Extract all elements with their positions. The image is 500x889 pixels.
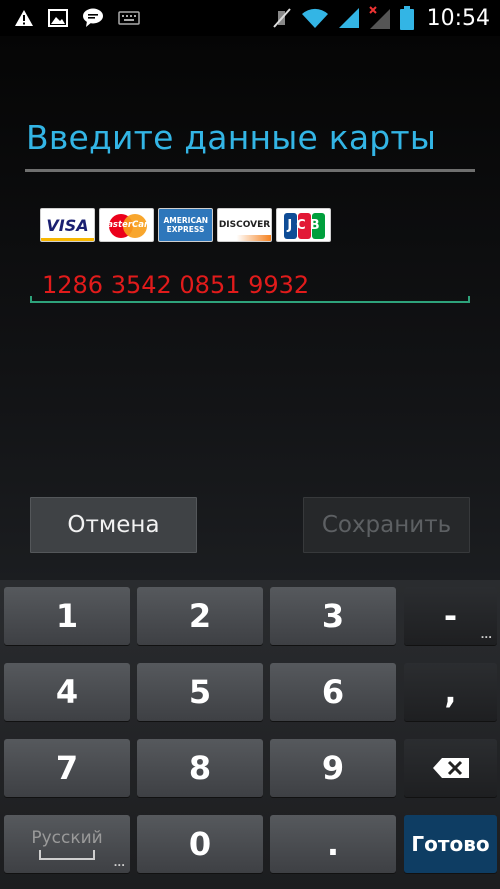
signal-icon <box>338 7 360 29</box>
key-4[interactable]: 4 <box>4 663 130 721</box>
language-label: Русский <box>31 828 103 848</box>
keyboard-icon <box>118 11 140 25</box>
key-1[interactable]: 1 <box>4 587 130 645</box>
key-0[interactable]: 0 <box>137 815 263 873</box>
key-6[interactable]: 6 <box>270 663 396 721</box>
image-icon <box>48 9 68 27</box>
clock: 10:54 <box>426 5 490 31</box>
dialog-title: Введите данные карты <box>26 118 437 157</box>
cancel-button[interactable]: Отмена <box>30 497 197 553</box>
amex-logo: AMERICAN EXPRESS <box>158 208 213 242</box>
jcb-logo: JCB <box>276 208 331 242</box>
backspace-key[interactable] <box>404 739 497 797</box>
wifi-icon <box>301 7 329 29</box>
chat-icon <box>82 8 104 28</box>
mute-icon <box>272 7 292 29</box>
language-key[interactable]: Русский ... <box>4 815 130 873</box>
backspace-icon <box>432 749 470 787</box>
warning-icon <box>14 9 34 27</box>
visa-logo: VISA <box>40 208 95 242</box>
key-7[interactable]: 7 <box>4 739 130 797</box>
key-3[interactable]: 3 <box>270 587 396 645</box>
key-2[interactable]: 2 <box>137 587 263 645</box>
battery-icon <box>399 6 414 30</box>
key-9[interactable]: 9 <box>270 739 396 797</box>
done-key[interactable]: Готово <box>404 815 497 873</box>
card-number-underline <box>30 296 470 303</box>
card-dialog: Введите данные карты VISA MasterCard AME… <box>0 36 500 580</box>
key-5[interactable]: 5 <box>137 663 263 721</box>
discover-logo: DISCOVER <box>217 208 272 242</box>
more-dots: ... <box>480 630 492 641</box>
save-button[interactable]: Сохранить <box>303 497 470 553</box>
status-bar-left <box>14 0 140 36</box>
mastercard-logo: MasterCard <box>99 208 154 242</box>
key-period[interactable]: . <box>270 815 396 873</box>
status-bar: 10:54 <box>0 0 500 36</box>
signal-no-service-icon <box>368 6 391 30</box>
title-divider <box>25 169 475 172</box>
space-bar-icon <box>39 850 95 860</box>
key-minus-label: - <box>443 597 458 635</box>
key-comma[interactable]: , <box>404 663 497 721</box>
key-minus[interactable]: - ... <box>404 587 497 645</box>
card-logos: VISA MasterCard AMERICAN EXPRESS DISCOVE… <box>40 208 331 242</box>
status-bar-right: 10:54 <box>272 0 490 36</box>
numeric-keyboard: 1 2 3 - ... 4 5 6 , 7 8 9 Русский ... 0 … <box>0 580 500 889</box>
more-dots: ... <box>113 858 125 869</box>
key-8[interactable]: 8 <box>137 739 263 797</box>
